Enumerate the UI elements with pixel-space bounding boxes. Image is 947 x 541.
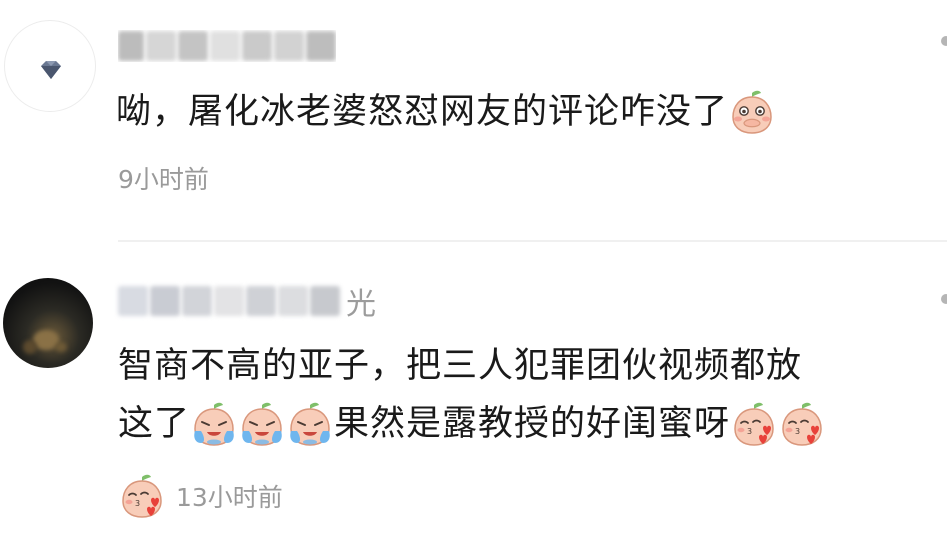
- peach-kiss-emoji: [119, 473, 165, 519]
- peach-shy-emoji: [729, 89, 775, 135]
- comment-timestamp: 9小时前: [118, 165, 209, 194]
- peach-crying-emoji: [191, 401, 237, 447]
- peach-crying-emoji: [287, 401, 333, 447]
- peach-crying-emoji: [239, 401, 285, 447]
- username-visible-char: 光: [346, 287, 376, 322]
- peach-kiss-emoji: [779, 401, 825, 447]
- more-options-icon[interactable]: [941, 36, 947, 46]
- comment-list: 呦，屠化冰老婆怒怼网友的评论咋没了 9小时前 光 智商不高的亚子，把三人犯罪团伙…: [0, 0, 947, 541]
- avatar[interactable]: [3, 278, 93, 368]
- divider: [118, 240, 947, 242]
- more-options-icon[interactable]: [941, 294, 947, 304]
- comment-meta: 13小时前: [118, 472, 283, 520]
- diamond-icon: [41, 61, 61, 79]
- comment-text-line: 这了 果然是露教授的好闺蜜呀: [118, 400, 826, 448]
- comment-text: 呦，屠化冰老婆怒怼网友的评论咋没了: [116, 88, 776, 136]
- username-partially-blurred[interactable]: 光: [118, 284, 376, 322]
- peach-kiss-emoji: [731, 401, 777, 447]
- avatar[interactable]: [4, 20, 96, 112]
- username-blurred[interactable]: [118, 30, 336, 62]
- comment-text-line: 智商不高的亚子，把三人犯罪团伙视频都放: [118, 346, 803, 386]
- comment-timestamp: 13小时前: [176, 483, 283, 512]
